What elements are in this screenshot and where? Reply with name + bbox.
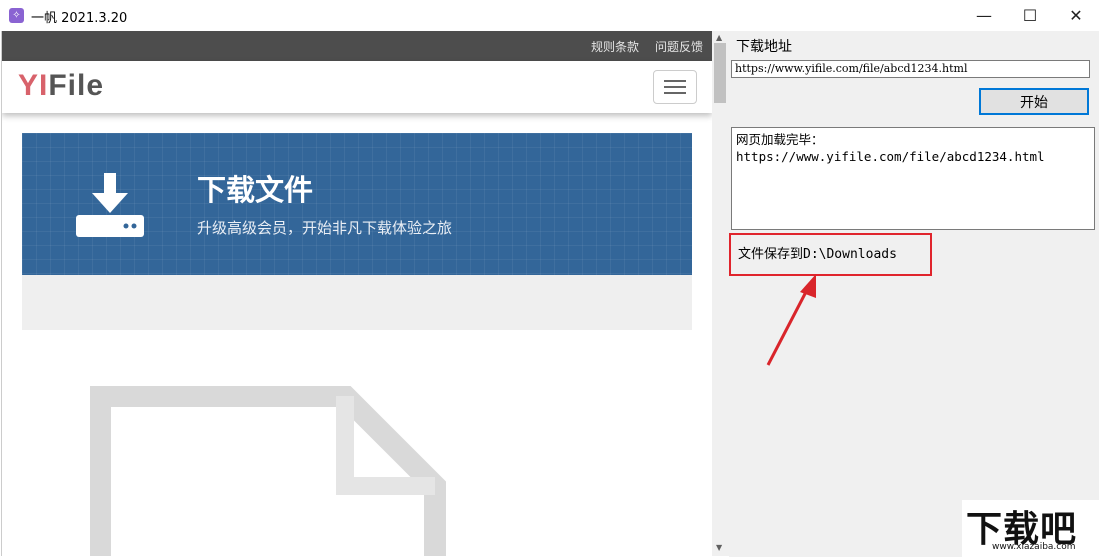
banner-title: 下载文件	[197, 173, 314, 207]
annotation-arrow-icon	[766, 274, 816, 366]
app-icon: ✧	[9, 8, 24, 23]
start-button[interactable]: 开始	[979, 88, 1089, 115]
web-view-scrollbar[interactable]: ▲ ▼	[712, 31, 729, 556]
maximize-button[interactable]: ☐	[1007, 0, 1053, 31]
file-document-icon	[90, 386, 446, 556]
scroll-up-icon[interactable]: ▲	[716, 33, 722, 42]
download-banner: 下载文件 升级高级会员，开始非凡下载体验之旅	[22, 133, 692, 275]
address-label: 下载地址	[736, 39, 792, 55]
terms-link[interactable]: 规则条款	[591, 38, 639, 55]
scroll-thumb[interactable]	[714, 43, 726, 103]
content-placeholder	[22, 275, 692, 330]
banner-subtitle: 升级高级会员，开始非凡下载体验之旅	[197, 219, 453, 237]
url-input[interactable]: https://www.yifile.com/file/abcd1234.htm…	[731, 60, 1090, 78]
yifile-logo[interactable]: YIFile	[18, 69, 104, 103]
web-view[interactable]: 规则条款 问题反馈 YIFile 下载文件 升级高级会员，开始非凡下载体验之旅	[1, 31, 712, 556]
feedback-link[interactable]: 问题反馈	[655, 38, 703, 55]
scroll-down-icon[interactable]: ▼	[716, 543, 722, 552]
close-button[interactable]: ✕	[1053, 0, 1099, 31]
minimize-button[interactable]: —	[961, 0, 1007, 31]
log-output[interactable]: 网页加载完毕： https://www.yifile.com/file/abcd…	[731, 127, 1095, 230]
site-navbar: YIFile	[2, 61, 712, 113]
hamburger-menu-button[interactable]	[653, 70, 697, 104]
title-bar: ✧ 一帆 2021.3.20 — ☐ ✕	[0, 0, 1099, 31]
window-title: 一帆 2021.3.20	[31, 11, 128, 26]
watermark-logo: 下载吧 www.xiazaiba.com	[962, 500, 1099, 557]
download-tray-icon	[76, 173, 144, 237]
top-link-bar: 规则条款 问题反馈	[2, 31, 712, 61]
